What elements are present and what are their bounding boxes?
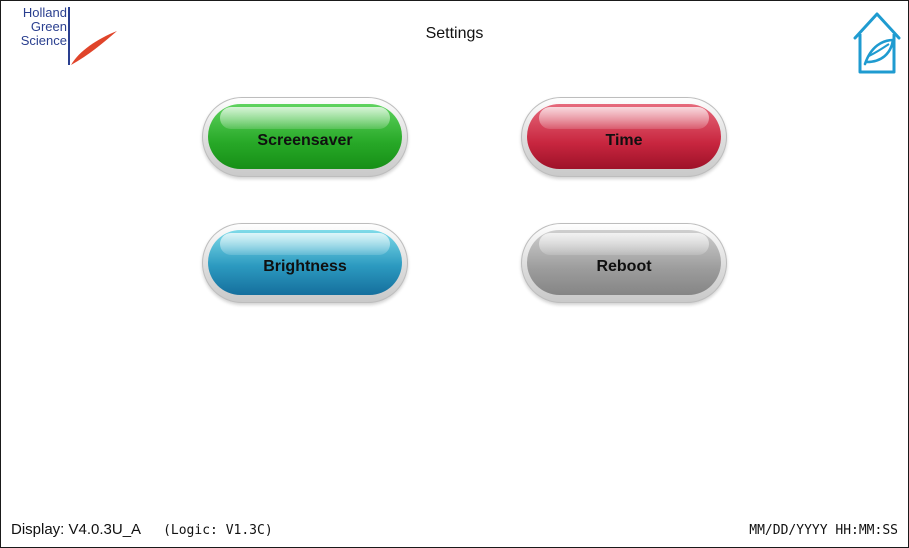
time-button-face[interactable]: Time [527, 104, 721, 169]
screensaver-button-label: Screensaver [257, 131, 353, 149]
time-button[interactable]: Time [521, 97, 727, 177]
screen-frame: Holland Green Science Settings Screensav… [0, 0, 909, 548]
brightness-button-face[interactable]: Brightness [208, 230, 402, 295]
screensaver-button[interactable]: Screensaver [202, 97, 408, 177]
display-version: Display: V4.0.3U_A [11, 521, 142, 538]
datetime-display: MM/DD/YYYY HH:MM:SS [749, 523, 898, 538]
page-title: Settings [425, 25, 484, 42]
brightness-button-label: Brightness [263, 257, 347, 275]
time-button-label: Time [605, 131, 643, 149]
reboot-button-face[interactable]: Reboot [527, 230, 721, 295]
logic-version: (Logic: V1.3C) [163, 523, 273, 538]
brightness-button[interactable]: Brightness [202, 223, 408, 303]
version-info: Display: V4.0.3U_A (Logic: V1.3C) [11, 521, 273, 538]
home-button[interactable] [849, 6, 905, 76]
reboot-button-label: Reboot [596, 257, 652, 275]
screensaver-button-face[interactable]: Screensaver [208, 104, 402, 169]
reboot-button[interactable]: Reboot [521, 223, 727, 303]
home-leaf-icon [853, 12, 901, 74]
